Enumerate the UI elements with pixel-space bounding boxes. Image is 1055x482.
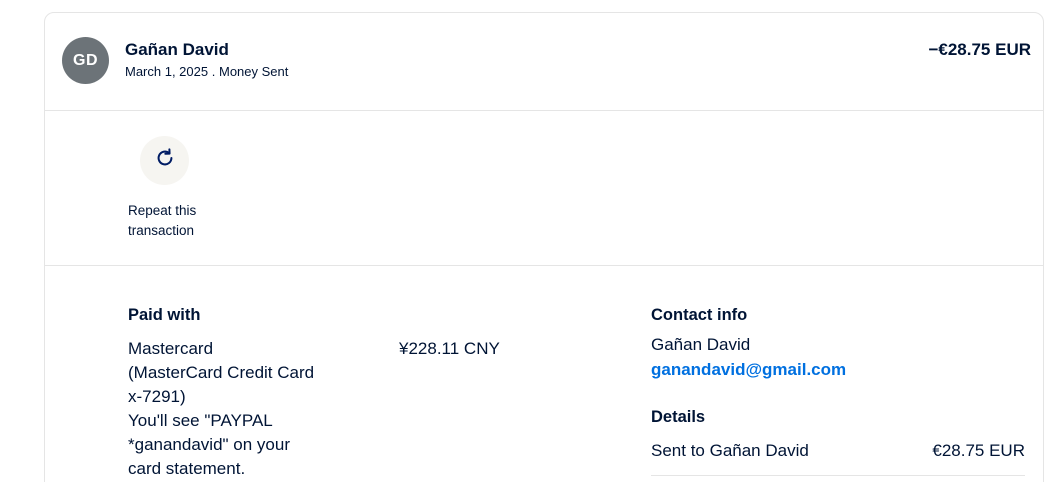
transaction-amount: −€28.75 EUR (928, 40, 1031, 59)
details-row-value: €28.75 EUR (932, 441, 1025, 460)
transaction-subline: March 1, 2025 . Money Sent (125, 64, 288, 79)
repeat-transaction-button[interactable] (140, 136, 189, 185)
transaction-card: GD Gañan David March 1, 2025 . Money Sen… (44, 12, 1044, 482)
refresh-icon (154, 147, 176, 174)
details-row-label: Sent to Gañan David (651, 441, 809, 460)
details-title: Details (651, 408, 706, 426)
payment-method-line: x-7291) (128, 387, 186, 406)
counterparty-name: Gañan David (125, 40, 229, 59)
details-section: Paid with Mastercard (MasterCard Credit … (45, 266, 1043, 482)
charged-amount: ¥228.11 CNY (399, 339, 500, 358)
statement-note-line: You'll see "PAYPAL (128, 411, 273, 430)
transaction-date: March 1, 2025 (125, 64, 209, 79)
payment-method-line: (MasterCard Credit Card (128, 363, 315, 382)
statement-note-line: card statement. (128, 459, 246, 478)
actions-section: Repeat this transaction (45, 111, 1043, 266)
contact-info-title: Contact info (651, 306, 748, 324)
contact-name: Gañan David (651, 335, 751, 354)
avatar: GD (62, 37, 109, 84)
transaction-type: Money Sent (218, 64, 289, 79)
repeat-transaction-label[interactable]: Repeat this transaction (128, 201, 218, 241)
payment-method-line: Mastercard (128, 339, 214, 358)
contact-email-link[interactable]: ganandavid@gmail.com (651, 360, 846, 380)
statement-note-line: *ganandavid" on your (128, 435, 290, 454)
details-divider (651, 475, 1025, 476)
paid-with-title: Paid with (128, 306, 201, 324)
subline-separator: . (211, 64, 216, 79)
transaction-header: GD Gañan David March 1, 2025 . Money Sen… (45, 13, 1043, 111)
payment-method: Mastercard (MasterCard Credit Card x-729… (128, 337, 358, 481)
